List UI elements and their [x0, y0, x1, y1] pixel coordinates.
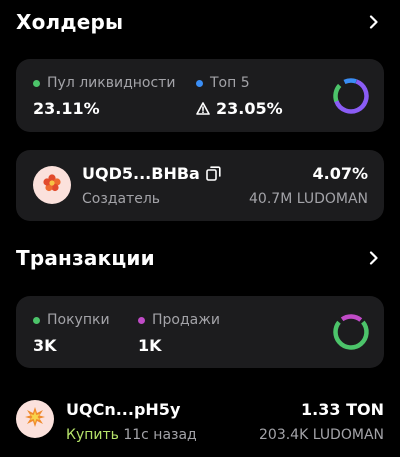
creator-address: UQD5...BHBa [82, 164, 200, 183]
transactions-header[interactable]: Транзакции [16, 240, 384, 276]
sells-stat: Продажи 1K [138, 312, 220, 355]
sells-value: 1K [138, 336, 162, 355]
holders-donut-chart [333, 78, 369, 114]
buys-value: 3K [33, 336, 57, 355]
transactions-card[interactable]: Покупки 3K Продажи 1K [16, 296, 384, 368]
tx-ton: 1.33 TON [301, 400, 384, 419]
explosion-icon [24, 406, 46, 432]
sells-dot [138, 316, 145, 324]
chevron-right-icon[interactable] [364, 12, 384, 32]
creator-avatar [33, 166, 71, 204]
top5-dot [196, 79, 203, 87]
chevron-right-icon[interactable] [364, 248, 384, 268]
buys-stat: Покупки 3K [33, 312, 110, 355]
tx-time: 11с назад [123, 427, 197, 443]
top5-label: Топ 5 [210, 75, 250, 91]
buys-dot [33, 316, 40, 324]
creator-card[interactable]: UQD5...BHBa Создатель 4.07% 40.7M LUDOMA… [16, 150, 384, 221]
top5-value: 23.05% [216, 99, 283, 118]
liquidity-stat: Пул ликвидности 23.11% [33, 75, 175, 118]
holders-title: Холдеры [16, 10, 124, 34]
tx-address: UQCn...pH5y [66, 400, 181, 419]
tx-amount: 203.4K LUDOMAN [259, 427, 384, 443]
transaction-item[interactable]: UQCn...pH5y Купить 11с назад 1.33 TON 20… [0, 392, 400, 452]
buys-label: Покупки [47, 312, 110, 328]
creator-address-row: UQD5...BHBa [82, 164, 221, 183]
liquidity-value: 23.11% [33, 99, 100, 118]
creator-amount: 40.7M LUDOMAN [249, 191, 368, 207]
holders-card[interactable]: Пул ликвидности 23.11% Топ 5 23.05% [16, 59, 384, 132]
tx-avatar [16, 400, 54, 438]
creator-role: Создатель [82, 191, 161, 207]
warning-icon [196, 102, 210, 115]
liquidity-label: Пул ликвидности [47, 75, 176, 91]
liquidity-dot [33, 79, 40, 87]
holders-header[interactable]: Холдеры [16, 4, 384, 40]
top5-stat: Топ 5 23.05% [196, 75, 283, 118]
copy-icon[interactable] [206, 166, 221, 181]
transactions-title: Транзакции [16, 246, 155, 270]
tx-action: Купить [66, 427, 119, 443]
sells-label: Продажи [152, 312, 220, 328]
transactions-donut-chart [333, 314, 369, 350]
creator-percent: 4.07% [312, 164, 368, 183]
tx-meta: Купить 11с назад [66, 427, 197, 443]
flower-icon [41, 172, 63, 198]
